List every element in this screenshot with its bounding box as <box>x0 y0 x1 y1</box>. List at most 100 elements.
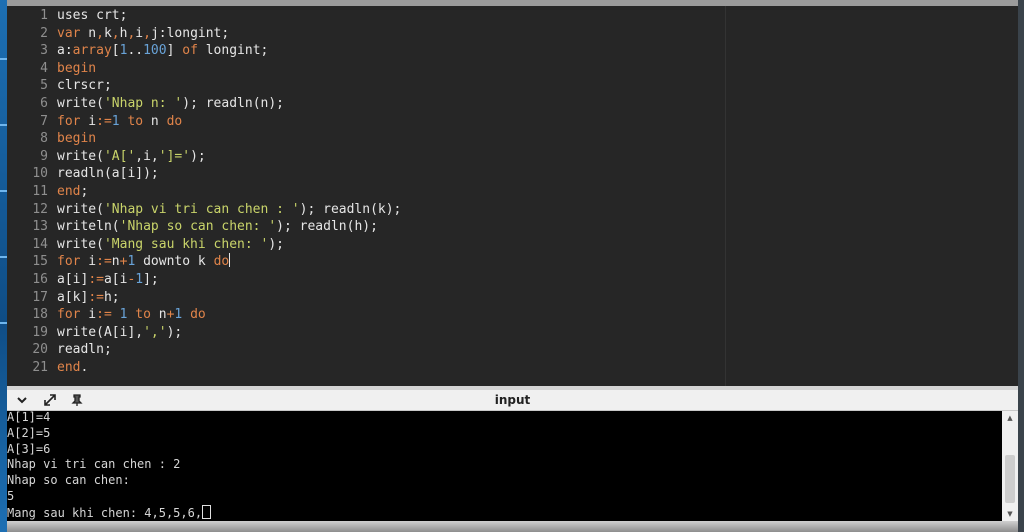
line-number: 18 <box>32 307 48 323</box>
code-token: writeln( <box>57 219 120 235</box>
code-token: n <box>80 25 97 41</box>
line-number: 2 <box>40 25 48 41</box>
code-token: a[k] <box>57 289 89 305</box>
code-token: 'A[' <box>103 148 136 164</box>
code-token: write( <box>57 201 104 217</box>
code-token: a: <box>57 43 73 59</box>
code-line[interactable]: write('A[',i,']='); <box>57 148 206 166</box>
code-token: do <box>166 113 183 129</box>
code-token: := <box>88 289 104 305</box>
code-token: for <box>57 307 81 323</box>
code-token: write( <box>57 236 104 252</box>
code-token: for <box>57 254 81 270</box>
console-scrollbar[interactable]: ▲ ▼ <box>1002 411 1018 521</box>
code-line[interactable]: write('Nhap vi tri can chen : '); readln… <box>57 201 401 219</box>
code-line[interactable]: writeln('Nhap so can chen: '); readln(h)… <box>57 218 378 236</box>
code-editor[interactable]: 1 2 3 4 5 6 7 8 9 10 11 12 13 14 15 16 17 18 19 20 21 uses c… <box>7 6 1018 386</box>
window-bottom-border <box>7 521 1018 532</box>
code-token: := <box>88 272 104 287</box>
line-number: 21 <box>32 360 48 375</box>
code-token: ; <box>80 184 89 199</box>
code-token: clrscr; <box>57 78 112 94</box>
code-token: := <box>96 307 112 323</box>
code-line[interactable]: readln; <box>57 341 112 359</box>
code-token: 'Nhap vi tri can chen : ' <box>103 201 300 217</box>
code-token: i <box>80 113 97 129</box>
code-token: end <box>57 184 81 199</box>
scroll-up-arrow-icon[interactable]: ▲ <box>1002 411 1018 425</box>
code-token: array <box>72 43 112 59</box>
code-line[interactable]: var n,k,h,i,j:longint; <box>57 25 229 43</box>
code-token: n <box>111 254 120 270</box>
line-number: 6 <box>40 96 48 111</box>
code-line[interactable]: clrscr; <box>57 77 112 95</box>
print-margin-line <box>725 6 726 386</box>
text-cursor <box>229 253 231 268</box>
line-number: 16 <box>32 272 48 287</box>
code-token: i <box>80 254 97 270</box>
code-token: ); <box>166 324 183 340</box>
code-token: readln; <box>57 342 112 358</box>
line-number: 4 <box>40 60 48 76</box>
code-token: := <box>96 254 112 270</box>
code-line[interactable]: write('Nhap n: '); readln(n); <box>57 95 284 113</box>
code-line[interactable]: end. <box>57 359 88 377</box>
code-token: ); readln(h); <box>276 219 378 235</box>
scrollbar-thumb[interactable] <box>1005 455 1015 503</box>
input-panel-header: input <box>7 390 1018 411</box>
console-output[interactable]: A[1]=4 A[2]=5 A[3]=6 Nhap vi tri can chen :… <box>7 411 1002 521</box>
code-token: a[i] <box>57 272 89 287</box>
line-number: 7 <box>40 113 48 129</box>
line-number: 3 <box>40 43 48 59</box>
code-token: ',' <box>143 324 167 340</box>
line-number: 8 <box>40 131 48 147</box>
scroll-down-arrow-icon[interactable]: ▼ <box>1002 507 1018 521</box>
line-number: 10 <box>32 166 48 182</box>
console-cursor <box>202 504 212 519</box>
console-line: A[3]=6 <box>7 442 50 458</box>
code-line[interactable]: write(A[i],','); <box>57 324 182 342</box>
code-token: readln(a[i]); <box>57 166 159 182</box>
code-token: a[i <box>103 272 128 287</box>
code-line[interactable]: begin <box>57 130 96 148</box>
line-number-gutter: 1 2 3 4 5 6 7 8 9 10 11 12 13 14 15 16 17 18 19 20 21 <box>7 6 54 386</box>
code-token: [ <box>111 43 120 59</box>
code-token: 'Mang sau khi chen: ' <box>103 236 269 252</box>
code-line[interactable]: write('Mang sau khi chen: '); <box>57 236 284 254</box>
code-line[interactable]: uses crt; <box>57 7 127 25</box>
code-token: n <box>143 113 167 129</box>
code-line[interactable]: a[k]:=h; <box>57 289 120 307</box>
code-token: 'Nhap so can chen: ' <box>119 219 277 235</box>
code-token: n <box>150 307 167 323</box>
code-token: 100 <box>143 43 167 59</box>
code-token: k <box>103 25 112 41</box>
code-token: write(A[i], <box>57 324 144 340</box>
code-line[interactable]: readln(a[i]); <box>57 165 159 183</box>
line-number: 14 <box>32 236 48 252</box>
console-text: A[3]=6 <box>7 441 51 456</box>
code-line[interactable]: for i:=1 to n do <box>57 113 182 131</box>
line-number: 1 <box>40 8 48 23</box>
code-token: write( <box>57 96 104 111</box>
code-line[interactable]: a[i]:=a[i-1]; <box>57 271 159 289</box>
console-line: Nhap vi tri can chen : 2 <box>7 457 180 473</box>
console-text: A[1]=4 <box>7 411 51 424</box>
code-line[interactable]: for i:= 1 to n+1 do <box>57 306 206 324</box>
console-text: A[2]=5 <box>7 425 51 440</box>
console-line: A[1]=4 <box>7 411 50 426</box>
code-line[interactable]: a:array[1..100] of longint; <box>57 42 268 60</box>
code-token: longint; <box>197 43 269 59</box>
code-token: , <box>96 25 104 41</box>
console-line: Mang sau khi chen: 4,5,5,6, <box>7 504 212 521</box>
code-line[interactable]: begin <box>57 60 96 78</box>
code-token: var <box>57 25 81 41</box>
console-text: 5 <box>7 489 15 503</box>
line-number: 15 <box>32 254 48 270</box>
code-line[interactable]: end; <box>57 183 88 201</box>
console-line: 5 <box>7 489 14 505</box>
code-token: begin <box>57 60 97 76</box>
code-token: to <box>135 307 151 323</box>
code-line[interactable]: for i:=n+1 downto k do <box>57 253 231 271</box>
